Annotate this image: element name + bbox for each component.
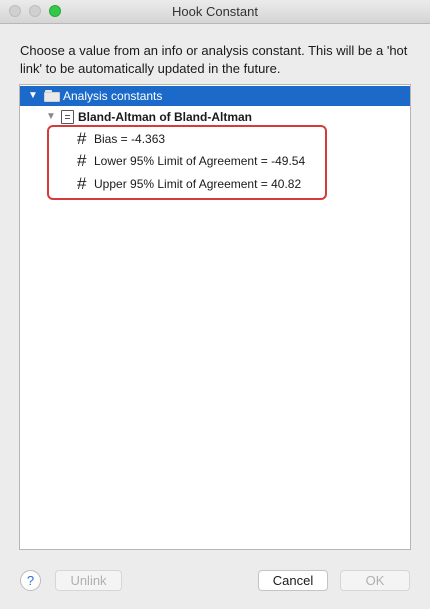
unlink-button[interactable]: Unlink xyxy=(55,570,122,591)
constants-tree[interactable]: ▼ Analysis constants ▼ Bland-Altman of B… xyxy=(19,84,411,550)
instruction-text: Choose a value from an info or analysis … xyxy=(20,43,408,76)
disclosure-triangle-icon[interactable]: ▼ xyxy=(46,107,56,127)
ok-button[interactable]: OK xyxy=(340,570,410,591)
tree-item-analysis-constants[interactable]: ▼ Analysis constants xyxy=(20,86,410,106)
tree-item-label: Bland-Altman of Bland-Altman xyxy=(78,110,252,124)
cancel-button[interactable]: Cancel xyxy=(258,570,328,591)
document-icon xyxy=(61,110,74,124)
highlight-box xyxy=(47,125,327,200)
disclosure-triangle-icon[interactable]: ▼ xyxy=(28,86,38,106)
window-title: Hook Constant xyxy=(172,4,258,19)
title-bar: Hook Constant xyxy=(0,0,430,24)
tree-item-bland-altman[interactable]: ▼ Bland-Altman of Bland-Altman xyxy=(20,107,410,127)
folder-icon xyxy=(44,90,60,102)
hook-constant-dialog: Hook Constant Choose a value from an inf… xyxy=(0,0,430,609)
help-button[interactable]: ? xyxy=(20,570,41,591)
tree-item-label: Analysis constants xyxy=(63,89,163,103)
